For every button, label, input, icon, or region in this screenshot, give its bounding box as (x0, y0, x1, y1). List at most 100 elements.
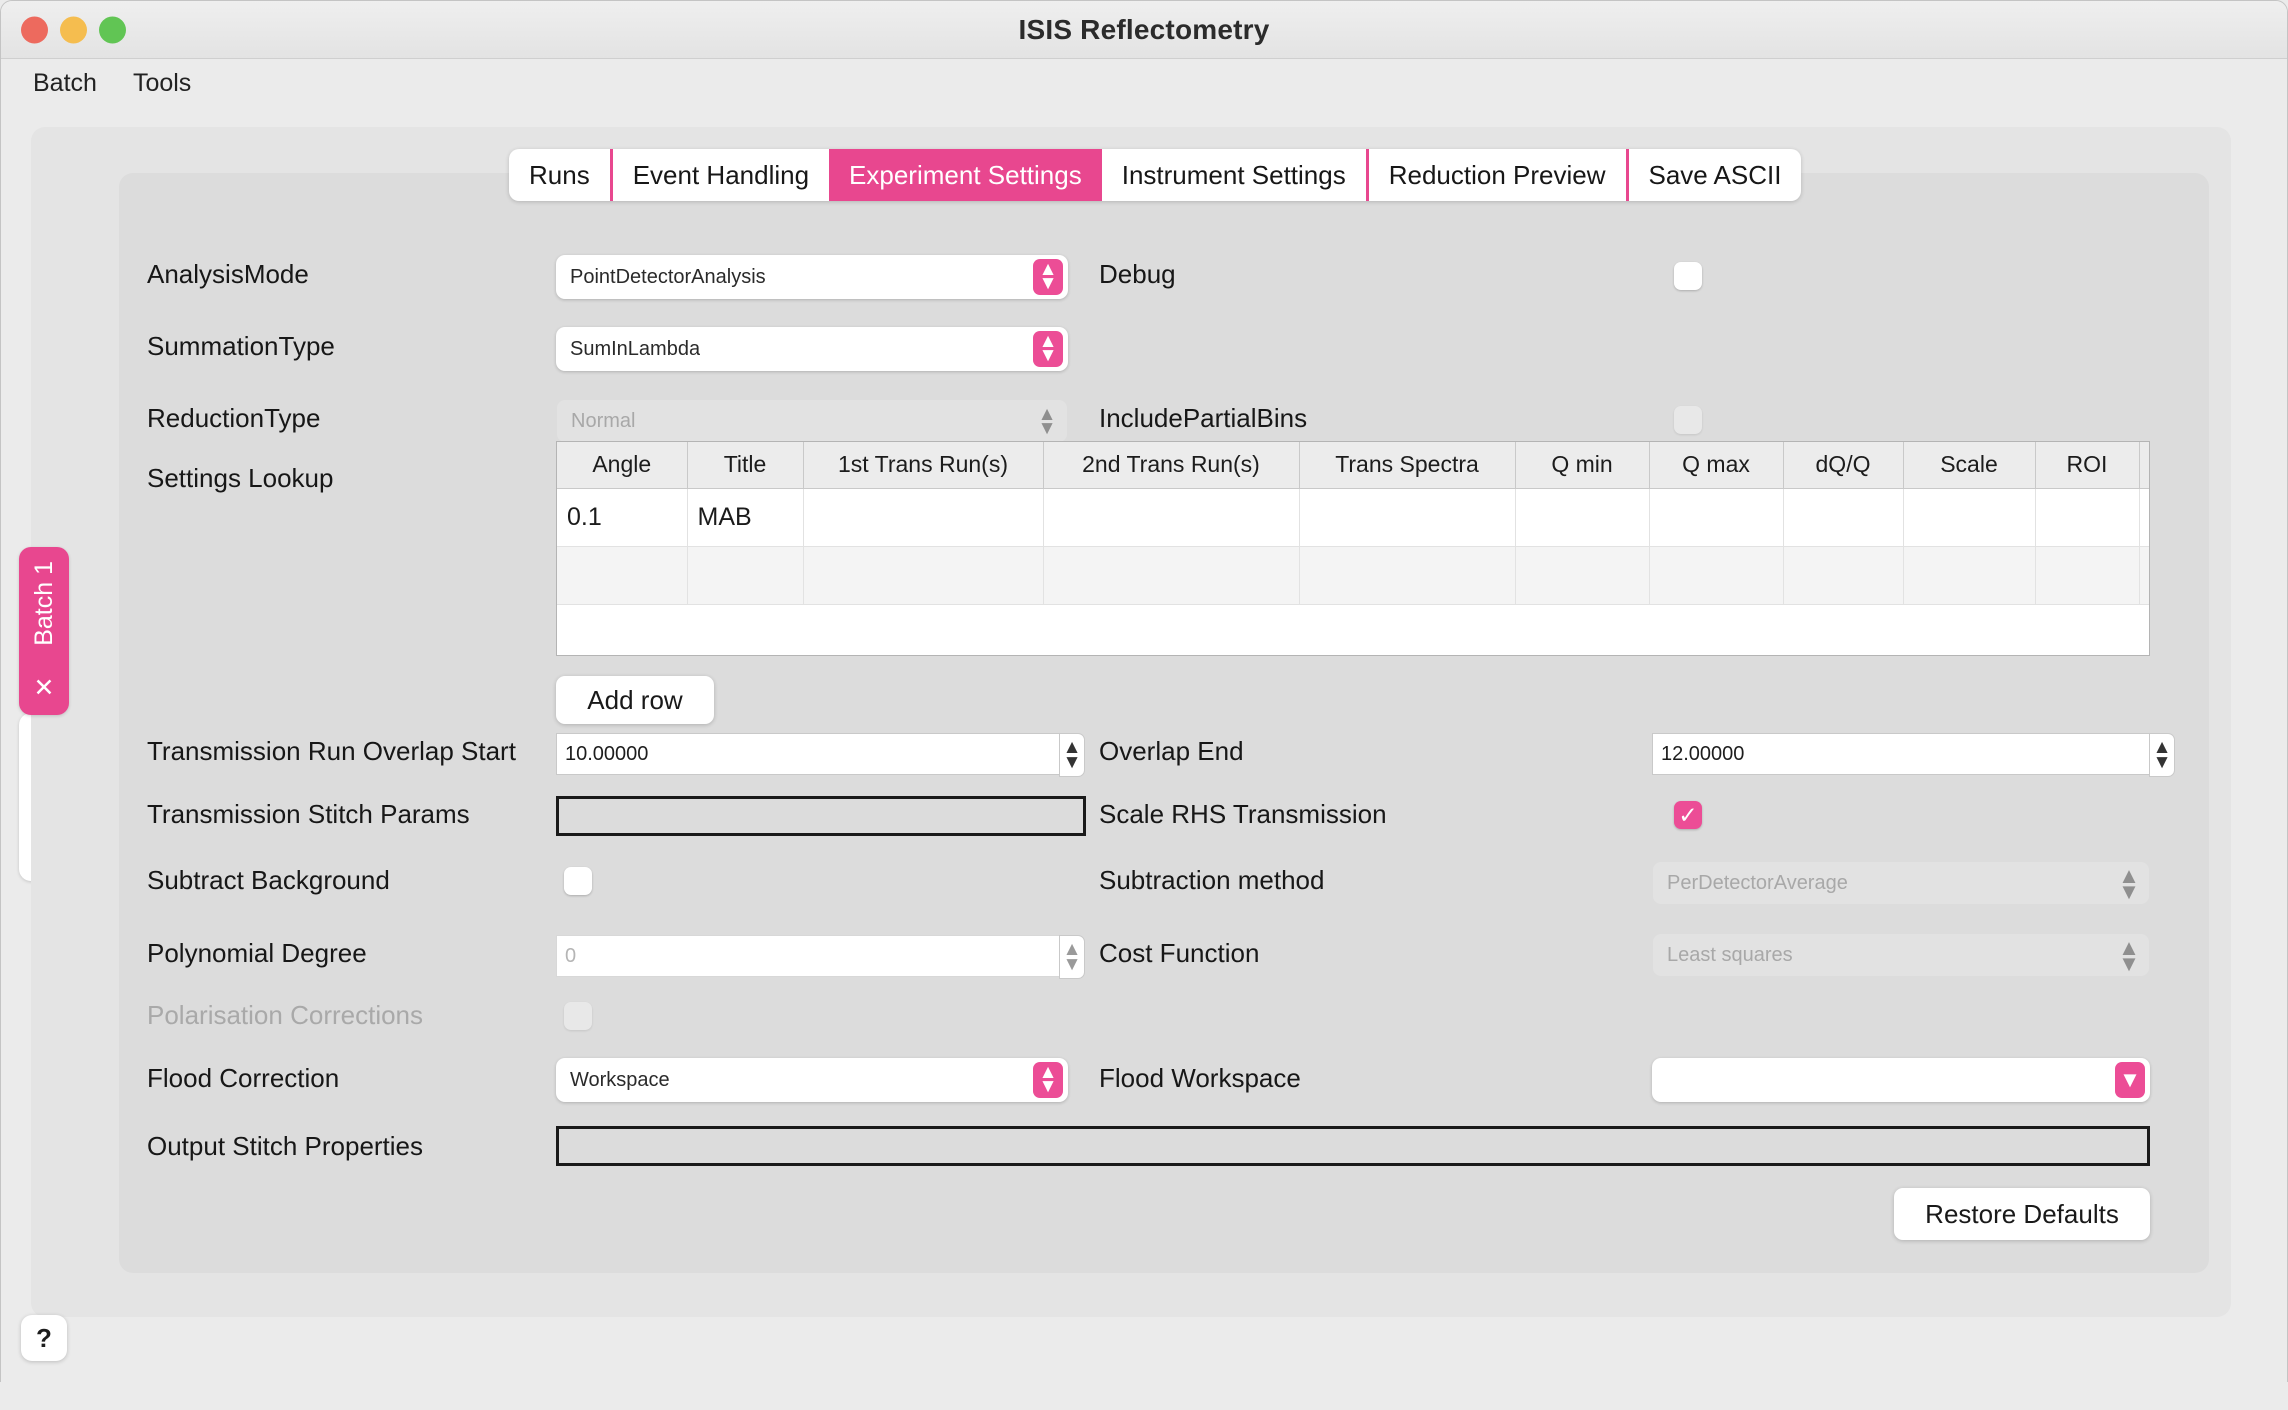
cell-title[interactable] (687, 546, 804, 605)
overlap-end-value: 12.00000 (1661, 742, 1745, 765)
cell-2nd-trans[interactable] (1043, 546, 1300, 605)
cost-function-combobox[interactable]: Least squares ▲ ▼ (1652, 933, 2150, 977)
column-header-q-max[interactable]: Q max (1649, 442, 1784, 489)
column-header-spacer (2139, 442, 2149, 489)
spinner-updown-icon[interactable]: ▲ ▼ (1059, 935, 1085, 979)
batch-tab-1-label: Batch 1 (29, 561, 58, 646)
polynomial-degree-spinbox[interactable]: 0 ▲ ▼ (556, 935, 1085, 979)
analysis-mode-label-wrap: AnalysisMode (147, 259, 309, 290)
cell-dq-q[interactable] (1783, 488, 1904, 547)
help-button[interactable]: ? (21, 1315, 67, 1361)
add-row-button[interactable]: Add row (556, 676, 714, 724)
column-header-2nd-trans[interactable]: 2nd Trans Run(s) (1043, 442, 1300, 489)
polarisation-corrections-label-wrap: Polarisation Corrections (147, 1000, 423, 1031)
table-row[interactable] (557, 546, 2149, 605)
stitch-params-input[interactable] (556, 796, 1086, 836)
analysis-mode-combobox[interactable]: PointDetectorAnalysis ▲ ▼ (556, 255, 1068, 299)
cell-q-max[interactable] (1649, 546, 1784, 605)
column-header-title[interactable]: Title (687, 442, 804, 489)
cost-function-label: Cost Function (1099, 938, 1260, 968)
cell-roi[interactable] (2035, 546, 2140, 605)
body-area: Batch 1 ✕ Batch 2 ✕ Runs Event Handling … (1, 107, 2287, 1382)
flood-workspace-label-wrap: Flood Workspace (1099, 1063, 1301, 1094)
polynomial-degree-label: Polynomial Degree (147, 938, 367, 968)
chevron-updown-icon[interactable]: ▲ ▼ (1033, 331, 1063, 367)
stitch-params-label: Transmission Stitch Params (147, 799, 470, 829)
subtraction-method-combobox[interactable]: PerDetectorAverage ▲ ▼ (1652, 861, 2150, 905)
cell-dq-q[interactable] (1783, 546, 1904, 605)
menu-tools[interactable]: Tools (119, 66, 205, 101)
column-header-scale[interactable]: Scale (1903, 442, 2036, 489)
cell-q-min[interactable] (1515, 488, 1650, 547)
restore-defaults-button[interactable]: Restore Defaults (1894, 1188, 2150, 1240)
settings-lookup-table[interactable]: Angle Title 1st Trans Run(s) 2nd Trans R… (556, 441, 2150, 656)
tab-experiment-settings[interactable]: Experiment Settings (829, 149, 1102, 201)
cell-scale[interactable] (1903, 488, 2036, 547)
polynomial-degree-value: 0 (565, 944, 577, 967)
cell-title[interactable]: MAB (687, 488, 804, 547)
cell-1st-trans[interactable] (803, 546, 1044, 605)
menu-batch[interactable]: Batch (19, 66, 111, 101)
output-stitch-properties-input[interactable] (556, 1126, 2150, 1166)
cell-q-max[interactable] (1649, 488, 1784, 547)
cell-q-min[interactable] (1515, 546, 1650, 605)
tab-reduction-preview[interactable]: Reduction Preview (1369, 149, 1626, 201)
cell-2nd-trans[interactable] (1043, 488, 1300, 547)
include-partial-bins-label: IncludePartialBins (1099, 403, 1308, 433)
chevron-updown-icon[interactable]: ▲ ▼ (2114, 936, 2144, 974)
overlap-end-spinbox[interactable]: 12.00000 ▲ ▼ (1652, 733, 2175, 777)
column-header-trans-spectra[interactable]: Trans Spectra (1299, 442, 1516, 489)
summation-type-value: SumInLambda (570, 337, 701, 360)
flood-correction-combobox[interactable]: Workspace ▲ ▼ (556, 1058, 1068, 1102)
column-header-1st-trans[interactable]: 1st Trans Run(s) (803, 442, 1044, 489)
spinner-updown-icon[interactable]: ▲ ▼ (2149, 733, 2175, 777)
chevron-updown-icon[interactable]: ▲ ▼ (2114, 864, 2144, 902)
cell-trans-spectra[interactable] (1299, 488, 1516, 547)
overlap-start-label-wrap: Transmission Run Overlap Start (147, 736, 516, 767)
tab-runs[interactable]: Runs (509, 149, 610, 201)
batch-tab-1-close-icon[interactable]: ✕ (34, 676, 55, 701)
batch-tab-1[interactable]: Batch 1 ✕ (19, 547, 69, 715)
reduction-type-label: ReductionType (147, 403, 321, 433)
flood-workspace-combobox[interactable]: ▼ (1652, 1058, 2150, 1102)
chevron-down-icon[interactable]: ▼ (2115, 1062, 2145, 1098)
flood-correction-label: Flood Correction (147, 1063, 340, 1093)
chevron-updown-icon[interactable]: ▲ ▼ (1033, 1062, 1063, 1098)
cell-angle[interactable] (557, 546, 688, 605)
cell-spacer (2139, 488, 2149, 547)
scale-rhs-checkbox[interactable]: ✓ (1674, 801, 1702, 829)
cell-roi[interactable] (2035, 488, 2140, 547)
overlap-start-spinbox[interactable]: 10.00000 ▲ ▼ (556, 733, 1085, 777)
table-row[interactable]: 0.1 MAB (557, 488, 2149, 547)
column-header-roi[interactable]: ROI (2035, 442, 2140, 489)
column-header-angle[interactable]: Angle (557, 442, 688, 489)
column-header-q-min[interactable]: Q min (1515, 442, 1650, 489)
subtract-background-checkbox[interactable] (564, 867, 592, 895)
subtraction-method-value: PerDetectorAverage (1667, 871, 1848, 894)
overlap-end-label-wrap: Overlap End (1099, 736, 1244, 767)
cell-angle[interactable]: 0.1 (557, 488, 688, 547)
cell-1st-trans[interactable] (803, 488, 1044, 547)
tab-instrument-settings[interactable]: Instrument Settings (1102, 149, 1366, 201)
cell-scale[interactable] (1903, 546, 2036, 605)
content-panel: Runs Event Handling Experiment Settings … (31, 127, 2231, 1317)
chevron-updown-icon[interactable]: ▲ ▼ (1033, 259, 1063, 295)
spinner-updown-icon[interactable]: ▲ ▼ (1059, 733, 1085, 777)
summation-type-combobox[interactable]: SumInLambda ▲ ▼ (556, 327, 1068, 371)
minimize-window-button[interactable] (60, 16, 87, 43)
reduction-type-combobox[interactable]: Normal ▲ ▼ (556, 399, 1068, 443)
debug-checkbox[interactable] (1674, 262, 1702, 290)
analysis-mode-value: PointDetectorAnalysis (570, 265, 766, 288)
include-partial-bins-checkbox[interactable] (1674, 406, 1702, 434)
analysis-mode-label: AnalysisMode (147, 259, 309, 289)
close-window-button[interactable] (21, 16, 48, 43)
column-header-dq-q[interactable]: dQ/Q (1783, 442, 1904, 489)
maximize-window-button[interactable] (99, 16, 126, 43)
tab-event-handling[interactable]: Event Handling (613, 149, 829, 201)
tab-save-ascii[interactable]: Save ASCII (1629, 149, 1802, 201)
polarisation-corrections-checkbox[interactable] (564, 1002, 592, 1030)
overlap-start-value: 10.00000 (565, 742, 649, 765)
chevron-updown-icon[interactable]: ▲ ▼ (1032, 404, 1062, 440)
cell-trans-spectra[interactable] (1299, 546, 1516, 605)
debug-label: Debug (1099, 259, 1176, 289)
